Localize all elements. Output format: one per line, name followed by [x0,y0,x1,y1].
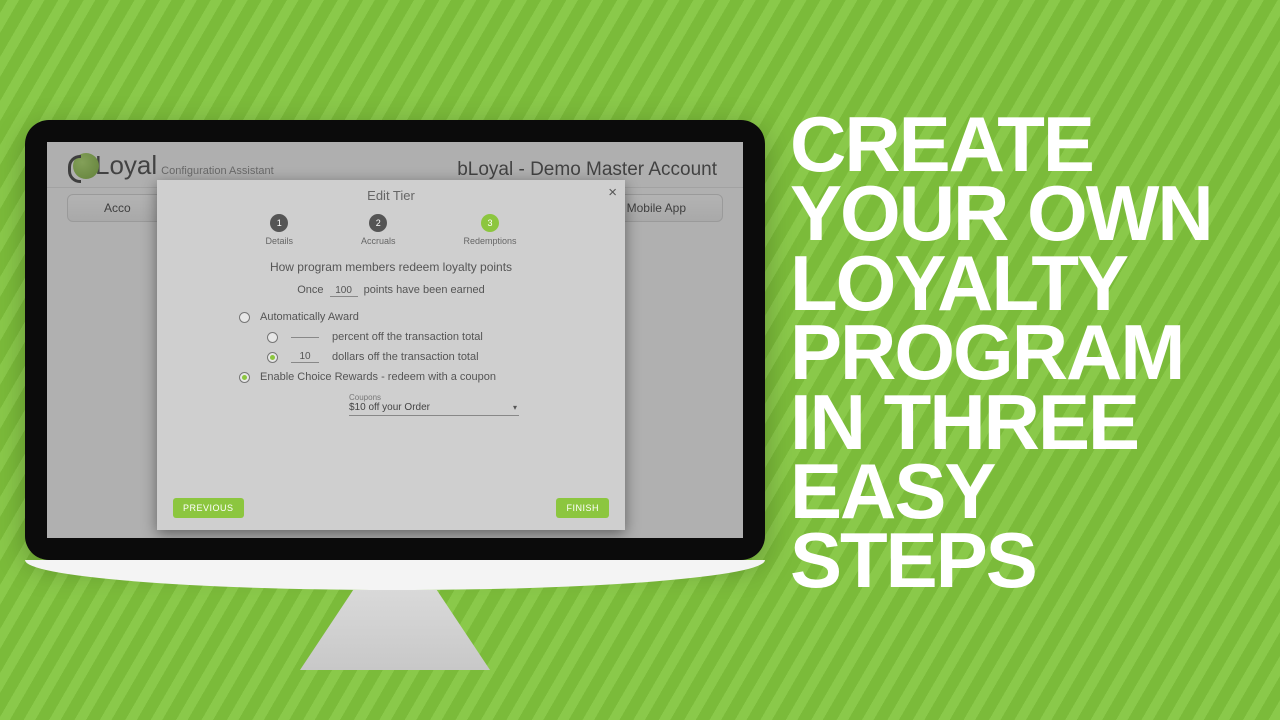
radio-icon[interactable] [267,332,278,343]
monitor-bezel: Loyal Configuration Assistant bLoyal - D… [25,120,765,560]
step-details[interactable]: 1 Details [265,214,293,246]
step-number: 1 [270,214,288,232]
step-label: Accruals [361,236,396,246]
radio-icon[interactable] [267,352,278,363]
edit-tier-modal: Edit Tier × 1 Details 2 Accruals 3 Redem… [157,180,625,530]
logo-mark-icon [73,153,99,179]
label-once: Once [297,284,323,296]
step-number: 2 [369,214,387,232]
option-label: percent off the transaction total [332,331,483,343]
points-input[interactable]: 100 [330,285,358,297]
option-auto-award[interactable]: Automatically Award [239,311,625,323]
hero-headline: CREATE YOUR OWN LOYALTY PROGRAM IN THREE… [790,110,1250,596]
wizard-stepper: 1 Details 2 Accruals 3 Redemptions [157,214,625,246]
option-dollars-off[interactable]: 10 dollars off the transaction total [267,351,625,363]
modal-footer: PREVIOUS FINISH [173,498,609,518]
option-label: dollars off the transaction total [332,351,479,363]
monitor-stand-foot [300,590,490,670]
finish-button[interactable]: FINISH [556,498,609,518]
redemption-options: Automatically Award percent off the tran… [239,311,625,416]
section-title: How program members redeem loyalty point… [157,260,625,274]
option-choice-rewards[interactable]: Enable Choice Rewards - redeem with a co… [239,371,625,383]
logo-subtitle: Configuration Assistant [161,165,274,177]
tab-mobile-app[interactable]: Mobile App [627,201,686,215]
account-title: bLoyal - Demo Master Account [457,159,717,181]
step-label: Redemptions [464,236,517,246]
step-label: Details [265,236,293,246]
step-number: 3 [481,214,499,232]
logo-text: Loyal [95,150,157,181]
previous-button[interactable]: PREVIOUS [173,498,244,518]
dropdown-value: $10 off your Order [349,402,519,413]
monitor-stand-base [25,560,765,590]
option-label: Automatically Award [260,311,359,323]
modal-title: Edit Tier [367,188,415,203]
step-redemptions[interactable]: 3 Redemptions [464,214,517,246]
percent-input[interactable] [291,337,319,338]
step-accruals[interactable]: 2 Accruals [361,214,396,246]
dollars-input[interactable]: 10 [291,351,319,363]
tab-account[interactable]: Acco [104,201,131,215]
dropdown-label: Coupons [349,393,519,402]
chevron-down-icon: ▾ [513,403,517,412]
modal-header: Edit Tier × [157,180,625,210]
app-screen: Loyal Configuration Assistant bLoyal - D… [47,142,743,538]
label-suffix: points have been earned [364,284,485,296]
option-label: Enable Choice Rewards - redeem with a co… [260,371,496,383]
radio-icon[interactable] [239,372,250,383]
close-icon[interactable]: × [608,184,617,201]
radio-icon[interactable] [239,312,250,323]
hero-line: EASY STEPS [790,457,1250,596]
coupons-dropdown[interactable]: Coupons $10 off your Order ▾ [349,391,519,416]
option-percent-off[interactable]: percent off the transaction total [267,331,625,343]
points-threshold-row: Once 100 points have been earned [157,284,625,297]
monitor-mockup: Loyal Configuration Assistant bLoyal - D… [25,120,765,670]
bloyal-logo: Loyal Configuration Assistant [73,150,274,181]
